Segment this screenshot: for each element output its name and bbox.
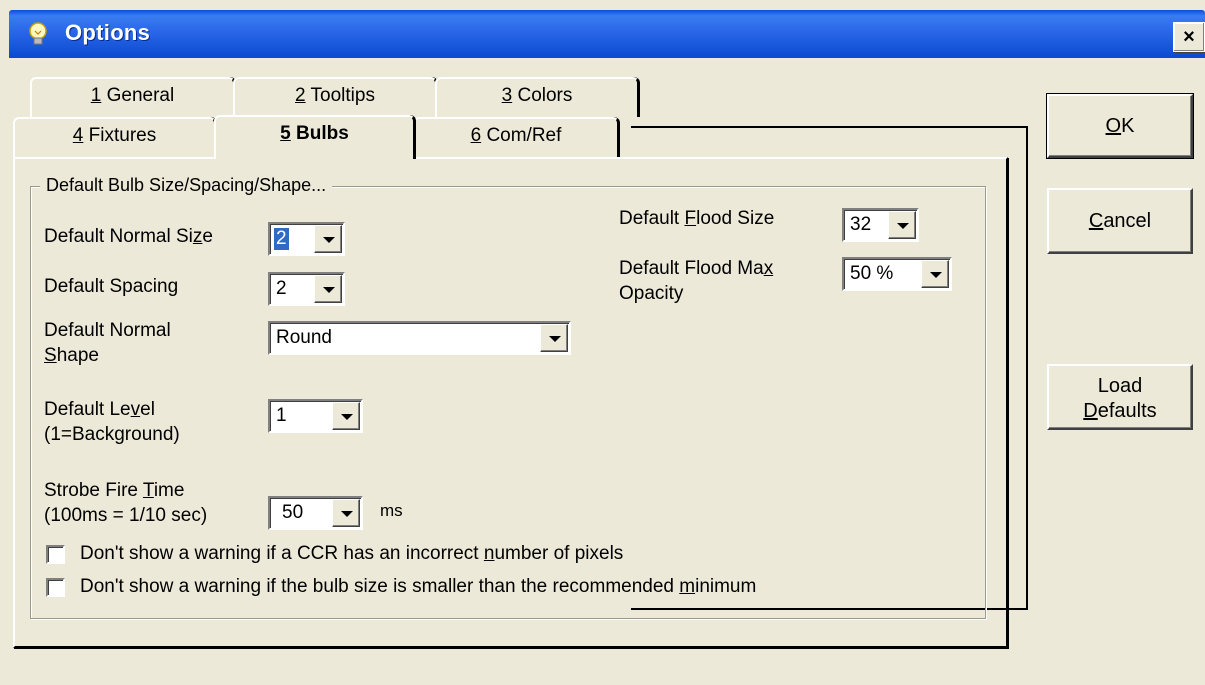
- tab-general-label: General: [106, 85, 175, 106]
- flood-opacity-value: 50 %: [850, 263, 894, 284]
- tab-tooltips[interactable]: 2 Tooltips: [233, 77, 437, 117]
- chevron-down-icon[interactable]: [332, 402, 360, 430]
- tab-general[interactable]: 1 General: [30, 77, 235, 117]
- level-value: 1: [276, 405, 287, 426]
- tab-bulbs-mnemonic: 5: [280, 123, 291, 144]
- spacing-value: 2: [276, 278, 287, 299]
- tab-fixtures-label: Fixtures: [88, 125, 157, 146]
- flood-opacity-select[interactable]: 50 %: [842, 257, 952, 291]
- normal-shape-label: Default Normal Shape: [44, 320, 171, 366]
- chevron-down-icon[interactable]: [540, 324, 568, 352]
- tab-colors[interactable]: 3 Colors: [435, 77, 639, 117]
- tab-general-mnemonic: 1: [90, 85, 102, 106]
- chevron-down-icon[interactable]: [314, 275, 342, 303]
- tab-bulbs-label: Bulbs: [296, 123, 349, 144]
- chevron-down-icon[interactable]: [921, 260, 949, 288]
- tab-colors-label: Colors: [517, 85, 573, 106]
- spacing-label: Default Spacing: [44, 276, 179, 297]
- normal-size-select[interactable]: 2: [268, 222, 345, 256]
- level-select[interactable]: 1: [268, 399, 363, 433]
- tab-com-ref-mnemonic: 6: [470, 125, 482, 146]
- normal-shape-value: Round: [276, 327, 332, 348]
- tab-com-ref-label: Com/Ref: [486, 125, 562, 146]
- ccr-warning-label[interactable]: Don't show a warning if a CCR has an inc…: [80, 541, 623, 566]
- bulb-size-warning-label[interactable]: Don't show a warning if the bulb size is…: [80, 574, 756, 599]
- chevron-down-icon[interactable]: [888, 211, 916, 239]
- normal-shape-select[interactable]: Round: [268, 321, 571, 355]
- window-title: Options: [65, 20, 151, 45]
- flood-opacity-label: Default Flood Max Opacity: [619, 258, 774, 304]
- bulb-size-warning-checkbox[interactable]: [46, 578, 65, 597]
- strobe-select[interactable]: 50: [268, 496, 363, 530]
- strobe-label: Strobe Fire Time (100ms = 1/10 sec): [44, 480, 208, 526]
- tab-tooltips-label: Tooltips: [310, 85, 375, 106]
- strobe-unit: ms: [380, 501, 403, 520]
- spacing-select[interactable]: 2: [268, 272, 345, 306]
- cancel-button[interactable]: Cancel: [1047, 188, 1193, 254]
- tab-com-ref[interactable]: 6 Com/Ref: [413, 117, 619, 157]
- tab-colors-mnemonic: 3: [501, 85, 513, 106]
- strobe-value: 50: [282, 502, 304, 523]
- chevron-down-icon[interactable]: [314, 225, 342, 253]
- normal-size-label: Default Normal Size: [44, 226, 213, 247]
- lightbulb-icon: [29, 22, 47, 45]
- tab-fixtures-mnemonic: 4: [72, 125, 84, 146]
- tab-fixtures[interactable]: 4 Fixtures: [13, 117, 216, 157]
- ccr-warning-checkbox[interactable]: [46, 545, 65, 564]
- normal-size-value: 2: [274, 228, 289, 250]
- load-defaults-button[interactable]: Load Defaults: [1047, 364, 1193, 430]
- group-legend: Default Bulb Size/Spacing/Shape...: [40, 175, 333, 196]
- title-bar: Options ×: [9, 10, 1205, 58]
- tab-tooltips-mnemonic: 2: [295, 85, 306, 106]
- chevron-down-icon[interactable]: [332, 499, 360, 527]
- flood-size-value: 32: [850, 214, 872, 235]
- ok-button[interactable]: OK: [1046, 93, 1194, 159]
- level-label: Default Level (1=Background): [44, 399, 180, 445]
- tab-bulbs[interactable]: 5 Bulbs: [214, 115, 415, 159]
- close-button[interactable]: ×: [1173, 22, 1205, 52]
- flood-size-select[interactable]: 32: [842, 208, 919, 242]
- flood-size-label: Default Flood Size: [619, 208, 775, 229]
